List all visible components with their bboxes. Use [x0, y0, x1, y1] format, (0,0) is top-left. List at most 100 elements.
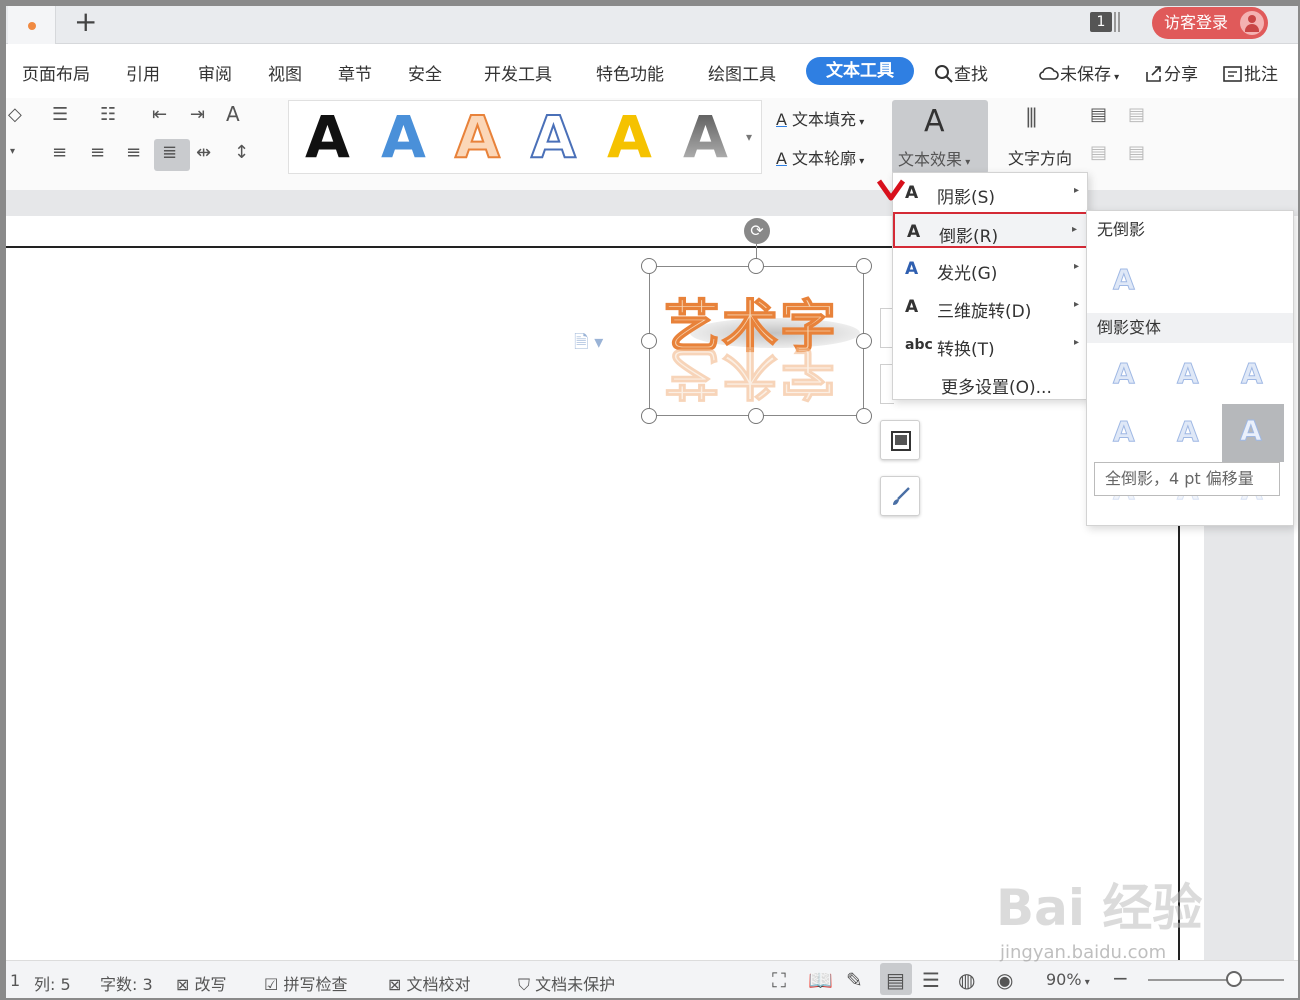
textbox-align-3-icon[interactable]: ▤ [1090, 142, 1107, 163]
align-right-icon[interactable]: ≡ [126, 142, 141, 163]
increase-indent-icon[interactable]: ⇥ [190, 104, 205, 125]
menu-special-features[interactable]: 特色功能 [596, 60, 664, 85]
menu-item-more-settings[interactable]: 更多设置(O)... [893, 365, 1089, 401]
text-direction-label[interactable]: 文字方向 [1008, 145, 1072, 169]
menu-view[interactable]: 视图 [268, 60, 302, 85]
gallery-more-icon[interactable]: ▾ [746, 130, 752, 144]
fill-style-button[interactable] [880, 420, 920, 460]
menu-drawing-tools[interactable]: 绘图工具 [708, 60, 776, 85]
status-column[interactable]: 列: 5 [34, 971, 71, 995]
wordart-style-blue[interactable]: A [381, 107, 426, 167]
reflection-variant-2[interactable]: A [1177, 357, 1200, 391]
reflection-variant-4[interactable]: A [1113, 415, 1136, 449]
numbered-list-icon[interactable]: ☷ [100, 104, 116, 125]
title-tab-strip: + 1 访客登录 [0, 0, 1300, 44]
decrease-indent-icon[interactable]: ⇤ [152, 104, 167, 125]
menu-security[interactable]: 安全 [408, 60, 442, 85]
line-spacing-icon[interactable]: ↕ [234, 142, 249, 163]
document-tab[interactable] [8, 6, 56, 44]
zoom-level[interactable]: 90% ▾ [1046, 970, 1090, 989]
menu-text-tools[interactable]: 文本工具 [806, 57, 914, 85]
textbox-align-icon[interactable]: ▤ [1090, 104, 1107, 125]
menu-section[interactable]: 章节 [338, 60, 372, 85]
unsaved-button[interactable]: 未保存 ▾ [1038, 60, 1119, 85]
write-mode-icon[interactable]: ✎ [846, 968, 863, 992]
outline-view-icon[interactable]: ☰ [922, 968, 940, 992]
justify-icon: ≣ [162, 142, 178, 163]
menu-review[interactable]: 审阅 [198, 60, 232, 85]
menu-developer[interactable]: 开发工具 [484, 60, 552, 85]
zoom-out-button[interactable]: − [1112, 966, 1129, 990]
resize-handle-tr[interactable] [856, 258, 872, 274]
text-effect-button[interactable]: A 文本效果 ▾ [892, 100, 988, 174]
bullet-list-icon[interactable]: ☰ [52, 104, 68, 125]
reflection-variant-5[interactable]: A [1177, 415, 1200, 449]
tab-list-icon[interactable] [1114, 12, 1120, 32]
status-word-count[interactable]: 字数: 3 [100, 971, 153, 995]
menu-item-shadow-label: 阴影(S) [937, 188, 996, 208]
search-button[interactable]: 查找 [934, 60, 988, 85]
font-size-icon[interactable]: A [226, 102, 240, 126]
distribute-icon[interactable]: ⇹ [196, 142, 211, 163]
wordart-textbox[interactable] [649, 266, 864, 416]
resize-handle-r[interactable] [856, 333, 872, 349]
wordart-style-orange-outline[interactable]: A [454, 106, 501, 168]
zoom-slider-handle[interactable] [1226, 971, 1242, 987]
resize-handle-tl[interactable] [641, 258, 657, 274]
fullscreen-icon[interactable]: ⛶ [772, 968, 786, 992]
paragraph-layout-icon[interactable]: 🗎 ▾ [574, 330, 603, 360]
glow-icon: A [905, 259, 919, 279]
wordart-style-gold[interactable]: A [607, 107, 652, 167]
spell-check-icon: ☑ [264, 975, 284, 994]
resize-handle-l[interactable] [641, 333, 657, 349]
reflection-variant-6-selected[interactable]: A [1222, 404, 1284, 462]
comment-button[interactable]: 批注 [1222, 60, 1278, 85]
resize-handle-br[interactable] [856, 408, 872, 424]
resize-handle-b[interactable] [748, 408, 764, 424]
eraser-icon[interactable]: ◇ [8, 104, 22, 125]
zoom-slider-track[interactable] [1148, 979, 1284, 981]
text-outline-button[interactable]: A 文本轮廓 ▾ [776, 145, 864, 169]
menu-item-reflection[interactable]: A 倒影(R) ▸ [893, 212, 1089, 248]
dropdown-arrow-icon[interactable]: ▾ [10, 146, 15, 157]
menu-item-transform[interactable]: abc 转换(T) ▸ [893, 327, 1089, 363]
wordart-style-blue-outline[interactable]: A [530, 106, 577, 168]
web-view-icon[interactable]: ◍ [958, 968, 975, 992]
share-button[interactable]: 分享 [1144, 60, 1198, 85]
proofread-icon: ⊠ [388, 975, 407, 994]
menu-item-transform-label: 转换(T) [937, 340, 995, 360]
wordart-style-gray[interactable]: A [683, 107, 728, 167]
text-fill-button[interactable]: A 文本填充 ▾ [776, 106, 864, 130]
resize-handle-bl[interactable] [641, 408, 657, 424]
text-direction-icon[interactable]: ⫴ [1026, 104, 1037, 135]
status-revise-button[interactable]: ⊠ 改写 [176, 971, 227, 995]
menu-item-3d-rotation[interactable]: A 三维旋转(D) ▸ [893, 289, 1089, 325]
align-center-icon[interactable]: ≡ [90, 142, 105, 163]
menu-item-reflection-label: 倒影(R) [939, 227, 999, 247]
wordart-style-black[interactable]: A [305, 107, 350, 167]
reflection-variant-3[interactable]: A [1241, 357, 1264, 391]
comment-icon [1223, 66, 1242, 82]
no-reflection-option[interactable]: A [1113, 263, 1136, 297]
resize-handle-t[interactable] [748, 258, 764, 274]
reading-mode-icon[interactable]: 📖 [808, 968, 833, 992]
status-protection-button[interactable]: ⛉ 文档未保护 [518, 971, 615, 995]
new-tab-button[interactable]: + [74, 6, 97, 38]
align-left-icon[interactable]: ≡ [52, 142, 67, 163]
textbox-align-4-icon[interactable]: ▤ [1128, 142, 1145, 163]
menu-item-glow[interactable]: A 发光(G) ▸ [893, 251, 1089, 287]
no-reflection-heading: 无倒影 [1087, 215, 1293, 245]
menu-item-shadow[interactable]: A 阴影(S) ▸ [893, 175, 1089, 211]
menu-page-layout[interactable]: 页面布局 [22, 60, 90, 85]
eye-protection-icon[interactable]: ◉ [996, 968, 1013, 992]
format-painter-button[interactable] [880, 476, 920, 516]
rotate-handle-icon[interactable]: ⟳ [744, 218, 770, 244]
textbox-align-2-icon[interactable]: ▤ [1128, 104, 1145, 125]
reflection-variant-1[interactable]: A [1113, 357, 1136, 391]
status-proofread-button[interactable]: ⊠ 文档校对 [388, 971, 471, 995]
status-spell-check-button[interactable]: ☑ 拼写检查 [264, 971, 347, 995]
menu-references[interactable]: 引用 [126, 60, 160, 85]
tab-count-badge[interactable]: 1 [1090, 12, 1112, 32]
guest-login-button[interactable]: 访客登录 [1152, 7, 1268, 39]
search-icon [935, 65, 953, 83]
